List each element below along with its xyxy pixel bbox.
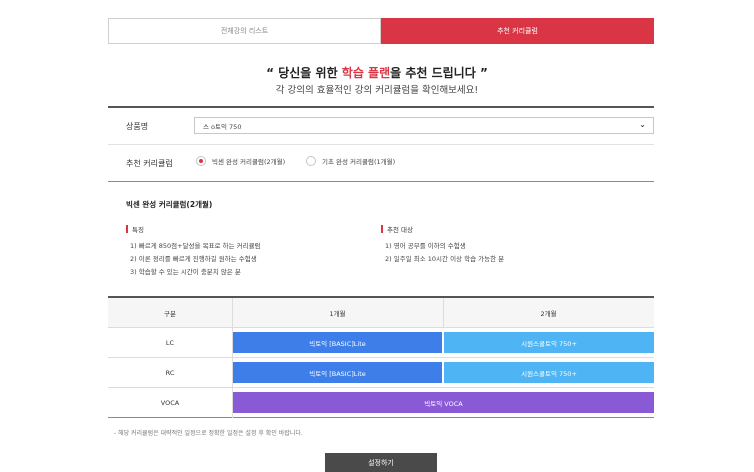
column-divider [232,298,233,418]
radio-basic-curriculum[interactable]: 기초 완성 커리큘럼(1개월) [306,156,395,166]
page-headline: “ 당신을 위한 학습 플랜을 추천 드립니다 ” [0,64,754,81]
feature-item: 2) 이론 정리를 빠르게 진행하길 원하는 수험생 [130,255,257,263]
curriculum-label: 추천 커리큘럼 [126,159,173,168]
headline-part2: 을 추천 드립니다 [390,66,480,80]
page-subtitle: 각 강의의 효율적인 강의 커리큘럼을 확인해보세요! [275,85,479,96]
target-item: 2) 일주일 최소 10시간 이상 학습 가능한 분 [385,255,505,263]
radio-unselected-icon [306,156,316,166]
lecture-voca[interactable]: 빅토익 VOCA [233,392,654,413]
row-label-rc: RC [165,368,175,377]
header-month-1: 1개월 [329,309,346,318]
product-select-value: 스 o토익 750 [203,122,242,131]
table-header-row: 구분 1개월 2개월 [108,298,654,328]
marker-bar-icon [381,225,383,233]
section-divider [108,181,654,182]
row-divider [108,144,654,145]
feature-item: 1) 빠르게 850점+달성을 목표로 하는 커리큘럼 [130,242,261,250]
lecture-lc-month1[interactable]: 빅토익 [BASIC]Lite [233,332,442,353]
product-select[interactable]: 스 o토익 750 ⌄ [194,117,654,134]
header-month-2: 2개월 [540,309,557,318]
features-heading-text: 특징 [132,226,144,234]
radio-selected-icon [196,156,206,166]
features-heading: 특징 [126,224,144,234]
quote-close: ” [479,66,488,80]
radio-advanced-curriculum[interactable]: 빅센 완성 커리큘럼(2개월) [196,156,285,166]
target-heading-text: 추천 대상 [387,226,413,234]
lecture-rc-month1[interactable]: 빅토익 [BASIC]Lite [233,362,442,383]
lecture-lc-month2[interactable]: 시원스쿨토익 750+ [444,332,654,353]
chevron-down-icon: ⌄ [639,120,646,129]
product-label: 상품명 [126,122,149,131]
lecture-rc-month2[interactable]: 시원스쿨토익 750+ [444,362,654,383]
target-item: 1) 영어 공부를 이하의 수험생 [385,242,466,250]
marker-bar-icon [126,225,128,233]
section-top-rule [108,106,654,108]
apply-button[interactable]: 설정하기 [325,453,437,472]
headline-highlight: 학습 플랜 [341,66,391,80]
radio-label: 빅센 완성 커리큘럼(2개월) [212,158,286,166]
quote-open: “ [266,66,275,80]
row-label-lc: LC [165,338,175,347]
radio-label: 기초 완성 커리큘럼(1개월) [322,158,396,166]
tab-recommended-curriculum[interactable]: 추천 커리큘럼 [381,18,654,44]
headline-part1: 당신을 위한 [274,66,342,80]
target-heading: 추천 대상 [381,224,413,234]
tab-all-lectures[interactable]: 전체강의 리스트 [108,18,381,44]
feature-item: 3) 학습할 수 있는 시간이 충분치 않은 분 [130,268,241,276]
row-label-voca: VOCA [160,398,180,407]
header-category: 구분 [164,309,176,318]
curriculum-tabs: 전체강의 리스트 추천 커리큘럼 [108,18,654,44]
disclaimer-note: - 해당 커리큘럼은 대략적인 일정으로 정확한 일정은 설정 후 확인 바랍니… [114,430,303,437]
curriculum-detail-title: 빅센 완성 커리큘럼(2개월) [126,200,213,209]
column-divider [443,298,444,328]
